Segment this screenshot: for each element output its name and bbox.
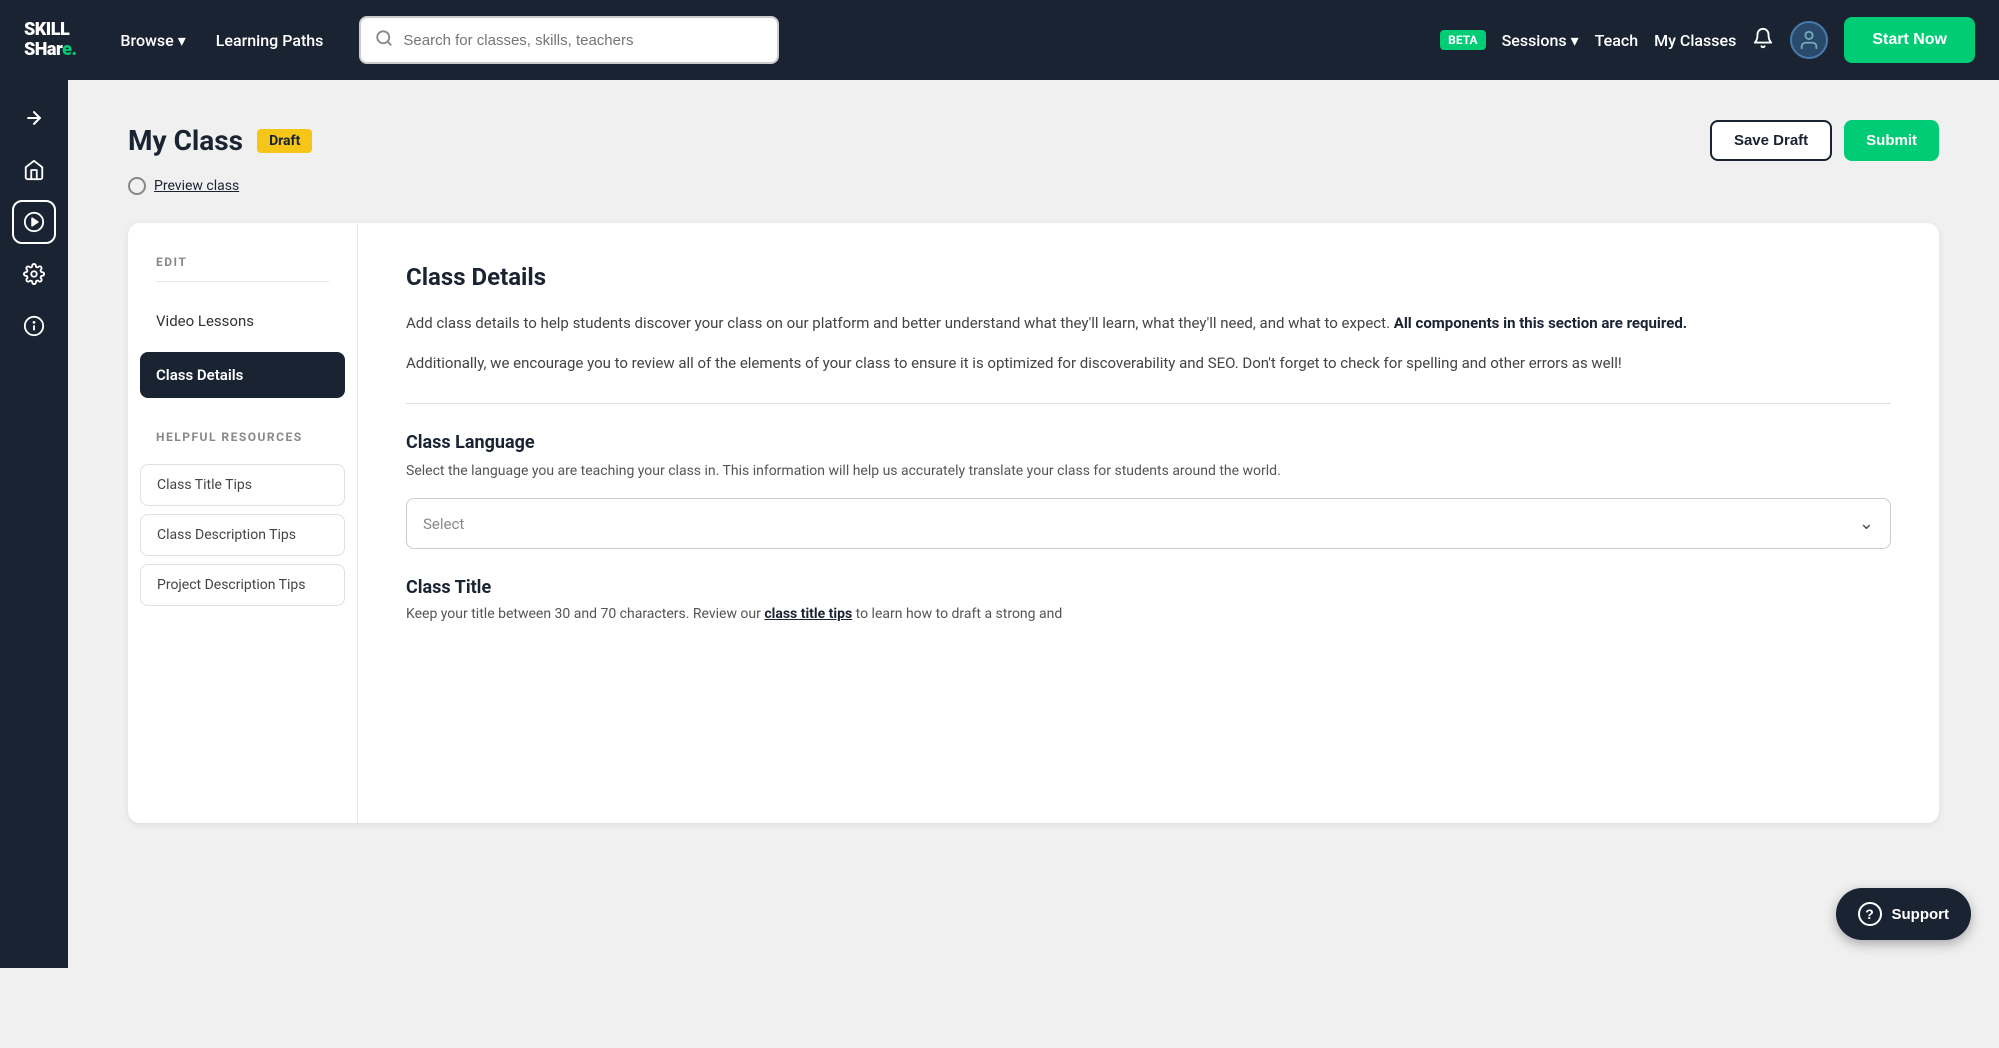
- logo-a: a: [47, 39, 56, 60]
- search-icon: [375, 29, 393, 51]
- resource-item-class-description-tips[interactable]: Class Description Tips: [140, 514, 345, 556]
- browse-chevron-icon: ▾: [178, 31, 186, 50]
- header-actions: Save Draft Submit: [1710, 120, 1939, 161]
- content-area: My Class Draft Save Draft Submit Preview…: [68, 80, 1999, 968]
- nav-item-video-lessons[interactable]: Video Lessons: [128, 298, 357, 344]
- sidebar-info-button[interactable]: [12, 304, 56, 348]
- logo-line1: SKILL: [24, 20, 76, 40]
- sidebar-settings-button[interactable]: [12, 252, 56, 296]
- learning-paths-link[interactable]: Learning Paths: [204, 23, 336, 58]
- resource-label-2: Project Description Tips: [157, 577, 306, 593]
- page-title: My Class: [128, 124, 243, 157]
- avatar[interactable]: [1790, 21, 1828, 59]
- page-header: My Class Draft Save Draft Submit: [128, 120, 1939, 161]
- sidebar-play-button[interactable]: [12, 200, 56, 244]
- my-classes-link[interactable]: My Classes: [1654, 31, 1736, 50]
- language-select[interactable]: Select ⌄: [406, 498, 1891, 549]
- teach-link[interactable]: Teach: [1595, 31, 1638, 50]
- resource-label-0: Class Title Tips: [157, 477, 252, 493]
- class-title-tips-link[interactable]: class title tips: [764, 606, 852, 622]
- sessions-label: Sessions: [1502, 31, 1567, 50]
- description1-bold: All components in this section are requi…: [1390, 314, 1687, 332]
- nav-right: BETA Sessions ▾ Teach My Classes Start N…: [1440, 17, 1975, 63]
- sidebar-home-button[interactable]: [12, 148, 56, 192]
- select-placeholder: Select: [423, 515, 464, 533]
- section-divider: [406, 403, 1891, 404]
- support-label: Support: [1892, 906, 1950, 923]
- draft-badge: Draft: [257, 129, 312, 153]
- preview-circle-icon: [128, 177, 146, 195]
- nav-links: Browse ▾ Learning Paths: [108, 23, 335, 58]
- save-draft-button[interactable]: Save Draft: [1710, 120, 1832, 161]
- title-desc-text: Keep your title between 30 and 70 charac…: [406, 606, 761, 622]
- logo[interactable]: SKILL SHare.: [24, 20, 76, 60]
- class-title-section: Class Title Keep your title between 30 a…: [406, 577, 1891, 625]
- resource-item-class-title-tips[interactable]: Class Title Tips: [140, 464, 345, 506]
- description1-text: Add class details to help students disco…: [406, 314, 1390, 332]
- logo-line2: SHare.: [24, 40, 76, 60]
- nav-item-class-details[interactable]: Class Details: [140, 352, 345, 398]
- navbar: SKILL SHare. Browse ▾ Learning Paths BET…: [0, 0, 1999, 80]
- start-now-button[interactable]: Start Now: [1844, 17, 1975, 63]
- support-button[interactable]: ? Support: [1836, 888, 1972, 940]
- class-language-section: Class Language Select the language you a…: [406, 432, 1891, 549]
- sidebar-expand-button[interactable]: [12, 96, 56, 140]
- class-title-label: Class Title: [406, 577, 1891, 598]
- class-details-description1: Add class details to help students disco…: [406, 311, 1891, 335]
- sessions-chevron-icon: ▾: [1571, 31, 1579, 50]
- submit-button[interactable]: Submit: [1844, 120, 1939, 161]
- preview-label: Preview class: [154, 178, 239, 194]
- beta-badge: BETA: [1440, 30, 1485, 50]
- page-title-row: My Class Draft: [128, 124, 312, 157]
- browse-link[interactable]: Browse ▾: [108, 23, 197, 58]
- icon-sidebar: [0, 80, 68, 968]
- sessions-button[interactable]: Sessions ▾: [1502, 31, 1579, 50]
- title-desc-end: to learn how to draft a strong and: [856, 606, 1063, 622]
- support-icon: ?: [1858, 902, 1882, 926]
- resources-label: HELPFUL RESOURCES: [128, 406, 357, 456]
- resource-label-1: Class Description Tips: [157, 527, 296, 543]
- chevron-down-icon: ⌄: [1859, 513, 1874, 534]
- edit-section-label: EDIT: [128, 255, 357, 281]
- class-details-title: Class Details: [406, 263, 1891, 291]
- resource-item-project-description-tips[interactable]: Project Description Tips: [140, 564, 345, 606]
- class-details-description2: Additionally, we encourage you to review…: [406, 351, 1891, 375]
- learning-paths-label: Learning Paths: [216, 31, 324, 50]
- search-input[interactable]: [403, 32, 763, 49]
- page-container: My Class Draft Save Draft Submit Preview…: [0, 80, 1999, 968]
- browse-label: Browse: [120, 31, 173, 50]
- bell-icon[interactable]: [1752, 27, 1774, 54]
- panel-container: EDIT Video Lessons Class Details HELPFUL…: [128, 223, 1939, 823]
- nav-divider: [156, 281, 329, 282]
- search-bar[interactable]: [359, 16, 779, 64]
- class-title-desc: Keep your title between 30 and 70 charac…: [406, 604, 1891, 625]
- class-language-label: Class Language: [406, 432, 1891, 453]
- logo-dot: e.: [62, 39, 76, 60]
- right-panel: Class Details Add class details to help …: [358, 223, 1939, 823]
- preview-class-link[interactable]: Preview class: [128, 177, 1939, 195]
- left-panel: EDIT Video Lessons Class Details HELPFUL…: [128, 223, 358, 823]
- class-language-desc: Select the language you are teaching you…: [406, 461, 1891, 482]
